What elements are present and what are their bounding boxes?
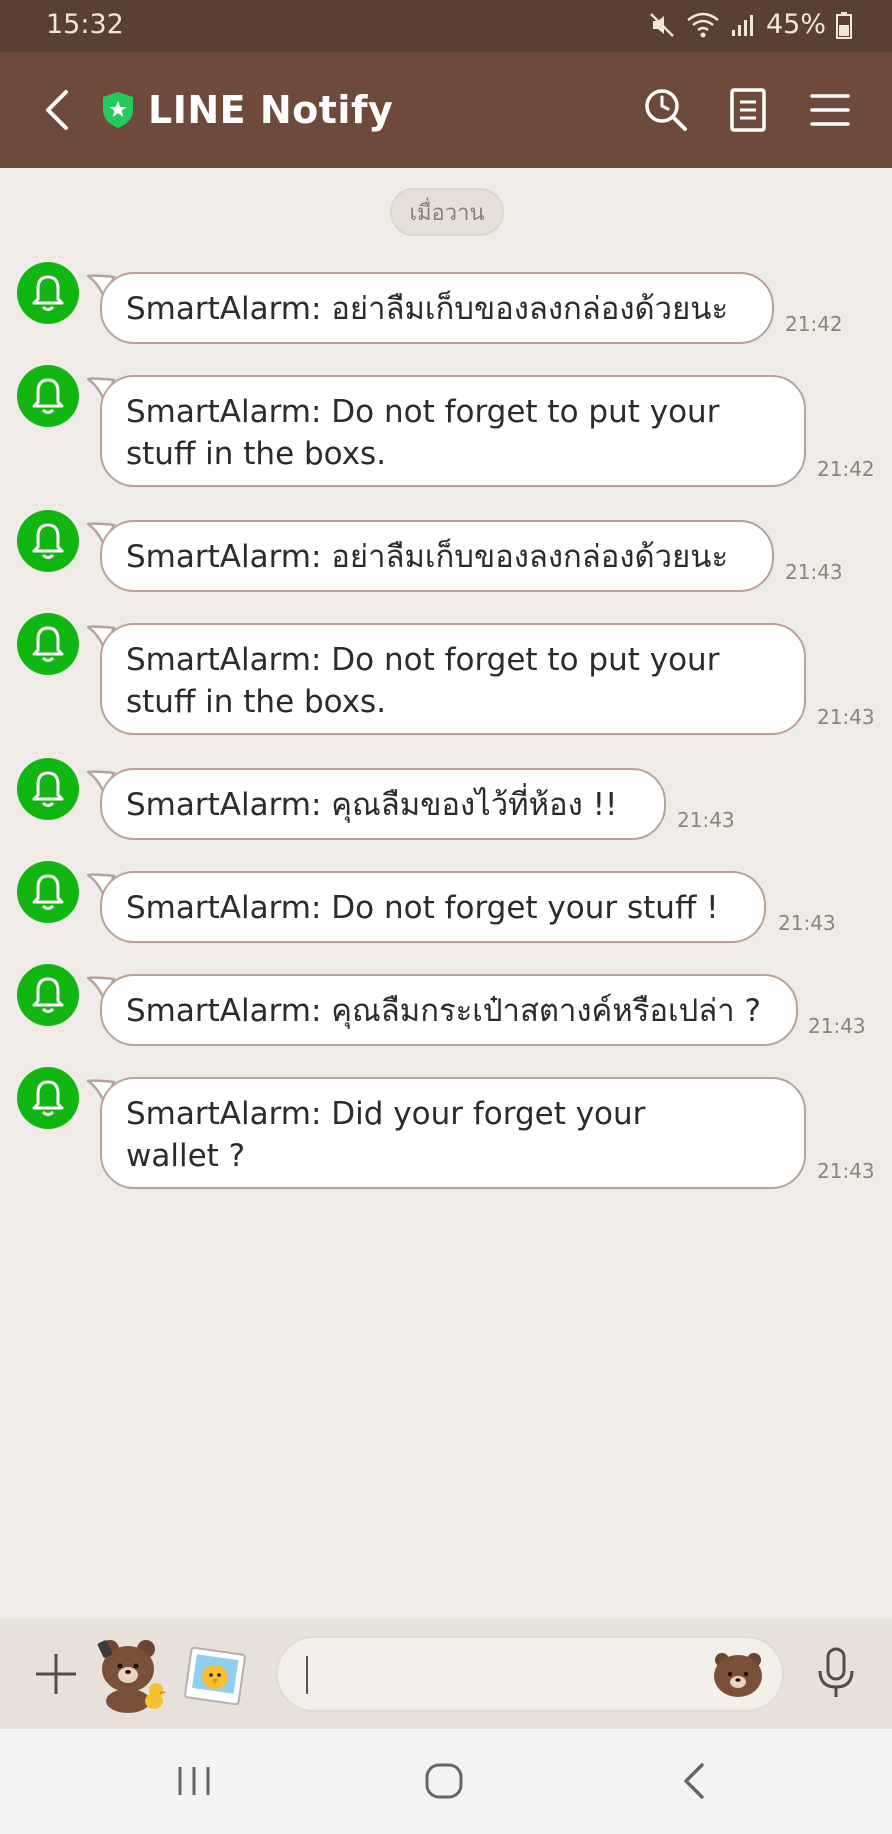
status-bar: 15:32 45% [0,0,892,52]
message-time: 21:43 [778,911,836,935]
status-time: 15:32 [46,9,124,40]
wifi-icon [687,12,719,37]
avatar[interactable] [17,365,79,427]
avatar[interactable] [17,510,79,572]
battery-percent: 45% [765,9,826,40]
sally-sticker-icon[interactable] [184,1645,246,1707]
message-bubble[interactable]: SmartAlarm: Did your forget your wallet … [100,1077,806,1189]
mute-icon [650,12,674,37]
notes-icon[interactable] [724,86,772,134]
message-bubble[interactable]: SmartAlarm: Do not forget to put your st… [100,375,806,487]
bell-icon [32,378,64,414]
battery-icon [836,11,852,39]
avatar[interactable] [17,262,79,324]
avatar[interactable] [17,1067,79,1129]
home-icon[interactable] [424,1761,464,1801]
back-icon[interactable] [38,88,78,132]
message-time: 21:43 [817,1159,875,1183]
text-cursor [306,1656,308,1694]
recent-apps-icon[interactable] [176,1761,212,1801]
avatar[interactable] [17,613,79,675]
message-time: 21:43 [817,705,875,729]
chat-header: LINE Notify [0,52,892,168]
message-time: 21:43 [808,1014,866,1038]
message-bubble[interactable]: SmartAlarm: อย่าลืมเก็บของลงกล่องด้วยนะ [100,520,774,592]
message-bubble[interactable]: SmartAlarm: อย่าลืมเก็บของลงกล่องด้วยนะ [100,272,774,344]
message-input[interactable] [276,1636,784,1712]
message-bubble[interactable]: SmartAlarm: Do not forget your stuff ! [100,871,766,943]
message-time: 21:43 [677,808,735,832]
shield-star-icon [103,92,133,128]
bell-icon [32,1080,64,1116]
signal-icon [731,14,753,36]
message-time: 21:43 [785,560,843,584]
avatar[interactable] [17,861,79,923]
nav-back-icon[interactable] [680,1761,710,1801]
bell-icon [32,977,64,1013]
mic-icon[interactable] [814,1647,858,1699]
message-bubble[interactable]: SmartAlarm: คุณลืมกระเป๋าสตางค์หรือเปล่า… [100,974,798,1046]
search-icon[interactable] [642,86,690,134]
bell-icon [32,626,64,662]
brown-bear-sticker-icon[interactable] [94,1635,170,1713]
menu-icon[interactable] [806,86,854,134]
avatar[interactable] [17,964,79,1026]
bear-emoji-icon[interactable] [712,1650,764,1698]
message-bubble[interactable]: SmartAlarm: Do not forget to put your st… [100,623,806,735]
bell-icon [32,523,64,559]
avatar[interactable] [17,758,79,820]
message-bubble[interactable]: SmartAlarm: คุณลืมของไว้ที่ห้อง !! [100,768,666,840]
message-time: 21:42 [817,457,875,481]
date-separator: เมื่อวาน [390,188,504,236]
plus-icon[interactable] [34,1652,78,1696]
status-icons: 45% [648,9,852,40]
bell-icon [32,874,64,910]
system-nav-bar [0,1729,892,1834]
message-time: 21:42 [785,312,843,336]
chat-title: LINE Notify [148,88,394,132]
bell-icon [32,771,64,807]
input-bar [0,1619,892,1729]
bell-icon [32,275,64,311]
